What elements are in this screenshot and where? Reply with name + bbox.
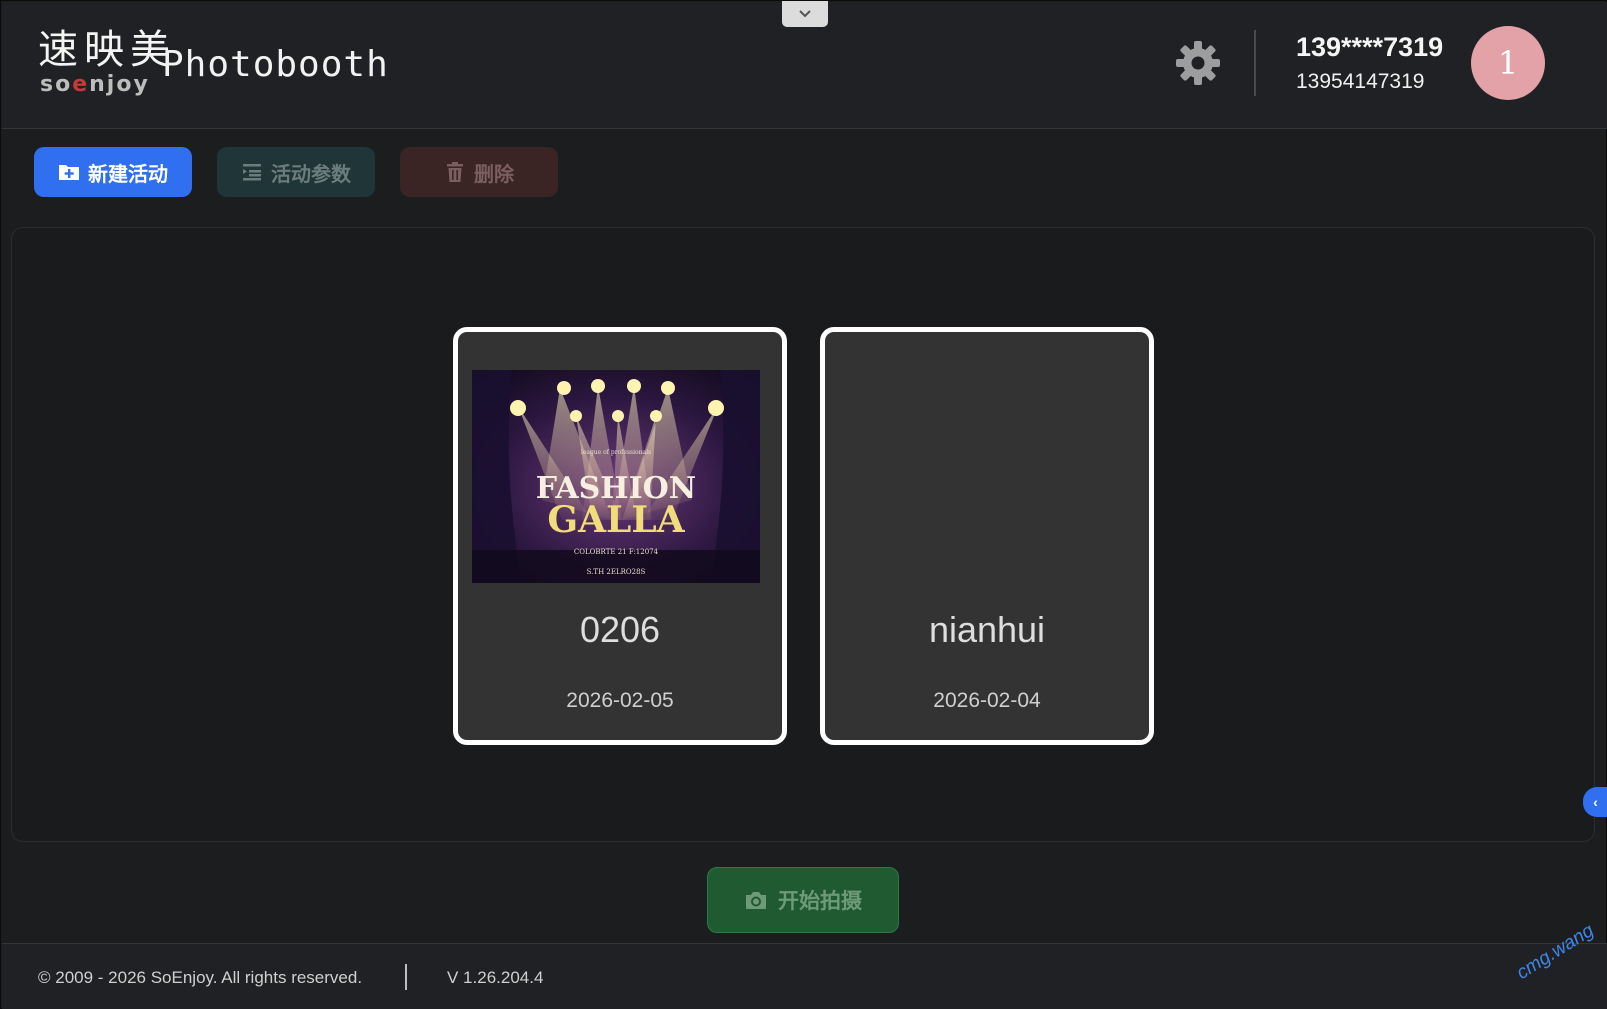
chevron-down-icon <box>799 10 811 18</box>
delete-button[interactable]: 删除 <box>400 147 558 197</box>
collapse-header-tab[interactable] <box>782 1 828 27</box>
logo-en-e: e <box>72 72 90 97</box>
footer-divider <box>405 964 407 990</box>
list-settings-icon <box>243 164 261 181</box>
poster-title-line2: GALLA <box>547 499 685 541</box>
new-event-label: 新建活动 <box>88 163 168 186</box>
footer: © 2009 - 2026 SoEnjoy. All rights reserv… <box>2 943 1607 1009</box>
logo: 速映美 soenjoy Photobooth <box>38 27 388 104</box>
event-date: 2026-02-04 <box>933 689 1041 712</box>
version-text: V 1.26.204.4 <box>447 968 544 987</box>
logo-chinese: 速映美 <box>38 27 176 73</box>
settings-gear-icon[interactable] <box>1174 39 1222 87</box>
user-phone: 13954147319 <box>1296 70 1425 93</box>
poster-small-line: league of professionals <box>581 449 651 456</box>
user-masked-phone: 139****7319 <box>1296 32 1444 62</box>
event-thumbnail: league of professionals FASHION GALLA CO… <box>472 370 760 583</box>
delete-label: 删除 <box>474 163 514 186</box>
logo-en-suffix: njoy <box>89 72 150 97</box>
events-panel <box>11 227 1595 842</box>
app-name: Photobooth <box>162 44 389 85</box>
event-name: 0206 <box>579 609 661 650</box>
event-name: nianhui <box>928 609 1046 650</box>
trash-icon <box>447 162 463 182</box>
poster-line2: S.TH 2ELRO28S <box>587 568 646 576</box>
copyright-text: © 2009 - 2026 SoEnjoy. All rights reserv… <box>38 968 363 987</box>
event-params-label: 活动参数 <box>271 163 351 186</box>
header-divider <box>1254 30 1256 96</box>
fashion-gala-poster: league of professionals FASHION GALLA CO… <box>472 370 760 583</box>
start-shooting-button[interactable]: 开始拍摄 <box>707 867 899 933</box>
event-card[interactable]: league of professionals FASHION GALLA CO… <box>453 327 787 745</box>
event-card[interactable]: nianhui 2026-02-04 <box>820 327 1154 745</box>
poster-line1: COLOBRTE 21 F:12074 <box>574 548 659 556</box>
event-params-button[interactable]: 活动参数 <box>217 147 375 197</box>
logo-en-prefix: so <box>40 72 73 97</box>
folder-plus-icon <box>59 165 79 180</box>
expand-side-panel-button[interactable]: ‹ <box>1583 787 1607 817</box>
new-event-button[interactable]: 新建活动 <box>34 147 192 197</box>
logo-english: soenjoy <box>40 72 150 97</box>
event-date: 2026-02-05 <box>566 689 674 712</box>
avatar[interactable]: 1 <box>1471 26 1545 100</box>
start-shooting-label: 开始拍摄 <box>778 890 862 913</box>
camera-icon <box>746 892 766 909</box>
chevron-left-icon: ‹ <box>1593 794 1598 810</box>
app-window: 速映美 soenjoy Photobooth 139****7319 13954… <box>0 0 1607 1009</box>
